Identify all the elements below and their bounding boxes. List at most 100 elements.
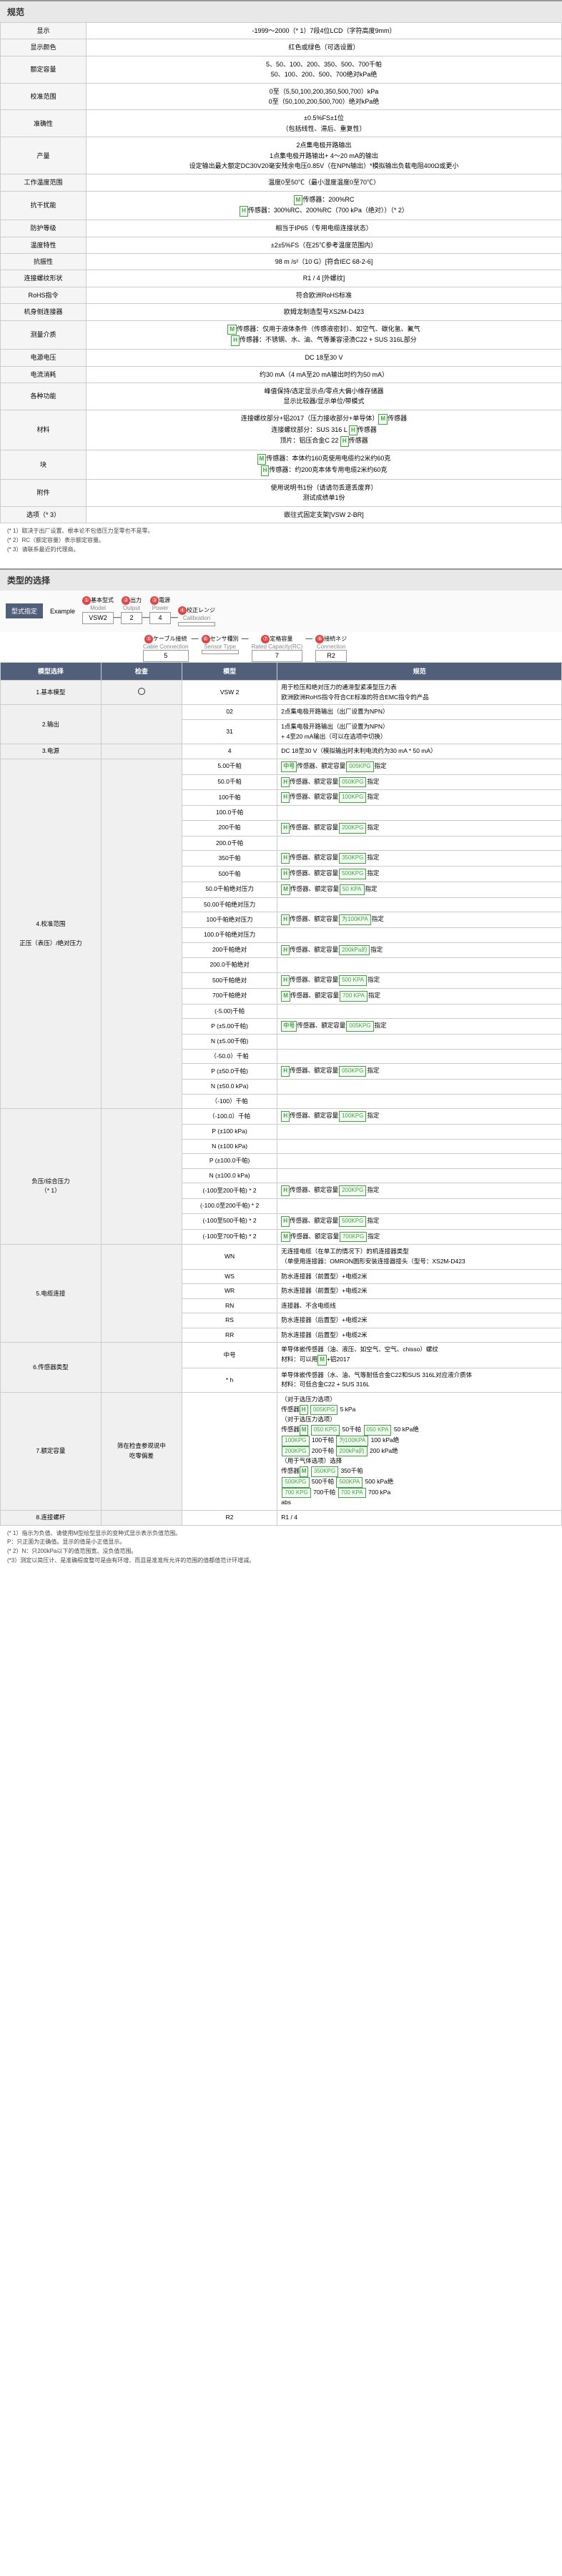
- type-category: 1.基本模型: [1, 681, 102, 705]
- type-category: 3.电源: [1, 744, 102, 759]
- type-model: 100.0千帕绝对压力: [182, 928, 277, 943]
- spec-val: ±0.5%FS±1位（包括线性、滞后、重复性）: [87, 110, 562, 137]
- model-box[interactable]: R2: [315, 650, 347, 662]
- type-model: WN: [182, 1245, 277, 1269]
- model-box[interactable]: VSW2: [82, 612, 114, 624]
- type-spec: H传感器、额定容量350KPG指定: [277, 851, 562, 867]
- type-spec: H传感器、额定容量100KPG指定: [277, 790, 562, 806]
- type-spec: 中号传感器、额定容量005KPG指定: [277, 759, 562, 774]
- type-spec: [277, 1139, 562, 1154]
- spec-key: 选项（* 3）: [1, 506, 87, 523]
- type-model: 4: [182, 744, 277, 759]
- type-model: N (±50.0 kPa): [182, 1079, 277, 1094]
- type-model: N (±100.0 kPa): [182, 1168, 277, 1183]
- type-category: 5.电缆连接: [1, 1245, 102, 1343]
- type-check: [101, 705, 182, 744]
- type-spec: 防水连接器（前置型）+电缆2米: [277, 1284, 562, 1299]
- type-spec: [277, 1168, 562, 1183]
- type-spec: H传感器、额定容量200KPG指定: [277, 820, 562, 836]
- spec-key: 各种功能: [1, 383, 87, 410]
- type-model: （-50.0）千帕: [182, 1049, 277, 1064]
- type-spec: [277, 928, 562, 943]
- type-model: 200.0千帕绝对: [182, 958, 277, 973]
- spec-val: M传感器：仅用于液体条件（传感液密封）、如空气、碳化氢、氟气H传感器：不锈钢、水…: [87, 320, 562, 350]
- type-check: [101, 1245, 182, 1343]
- spec-val: 约30 mA（4 mA至20 mA输出时约为50 mA）: [87, 366, 562, 383]
- type-model: 50.0千帕绝对压力: [182, 882, 277, 897]
- type-category: 6.传感器类型: [1, 1343, 102, 1393]
- spec-val: 0至（5,50,100,200,350,500,700）kPa0至（50,100…: [87, 83, 562, 110]
- spec-key: 电源电压: [1, 350, 87, 366]
- type-spec: [277, 897, 562, 912]
- type-model: RR: [182, 1328, 277, 1343]
- spec-val: 欧姆龙制造型号XS2M‑D423: [87, 304, 562, 320]
- type-model: （-100）千帕: [182, 1094, 277, 1109]
- spec-val: 5、50、100、200、350、500、700千帕50、100、200、500…: [87, 56, 562, 83]
- type-model: WS: [182, 1269, 277, 1284]
- spec-val: 符合欧洲RoHS标准: [87, 287, 562, 303]
- spec-val: R1 / 4 [外螺纹]: [87, 270, 562, 287]
- model-label: 型式指定: [6, 603, 43, 618]
- type-spec: 单导体嵌传感器（油、液压、如空气、空气、chisso）螺纹材料：可以用M+铝20…: [277, 1343, 562, 1368]
- type-model: VSW 2: [182, 681, 277, 705]
- type-model: P (±100.0千帕): [182, 1154, 277, 1169]
- type-model: P (±5.00千帕): [182, 1019, 277, 1035]
- model-box[interactable]: [178, 622, 215, 626]
- type-spec: [277, 1004, 562, 1019]
- type-category: 负压/综合压力（* 1）: [1, 1109, 102, 1245]
- type-spec: H传感器、额定容量050KPG指定: [277, 774, 562, 790]
- type-spec: 单导体嵌传感器（水、油、气等耐低合金C22和SUS 316L对应液介质体材料：可…: [277, 1368, 562, 1392]
- model-box[interactable]: [202, 650, 239, 654]
- type-spec: H传感器、额定容量200KPG指定: [277, 1183, 562, 1199]
- type-model: 500千帕绝对: [182, 973, 277, 989]
- type-category: 2.输出: [1, 705, 102, 744]
- model-box[interactable]: 5: [143, 650, 189, 662]
- type-spec: 2点集电极开路输出（出厂设置为NPN）: [277, 705, 562, 720]
- type-spec: H传感器、额定容量100KPG指定: [277, 1109, 562, 1125]
- type-spec: [277, 806, 562, 821]
- type-model: 700千帕绝对: [182, 988, 277, 1004]
- type-model: P (±100 kPa): [182, 1124, 277, 1139]
- type-model: (-100至200千帕) * 2: [182, 1183, 277, 1199]
- type-spec: R1 / 4: [277, 1511, 562, 1526]
- type-model: [182, 1393, 277, 1511]
- type-model: (-100至700千帕) * 2: [182, 1229, 277, 1245]
- type-spec: 中号传感器、额定容量005KPG指定: [277, 1019, 562, 1035]
- model-example: Example: [46, 605, 79, 618]
- spec-val: 连接螺纹部分+铝2017（压力接收部分+单导体）M传感器连接螺纹部分：SUS 3…: [87, 410, 562, 450]
- spec-key: 工作温度范围: [1, 174, 87, 191]
- type-header: 模型选择: [1, 662, 102, 680]
- type-check: 筛在检查参观说中吃零偏差: [101, 1393, 182, 1511]
- type-header: 规范: [277, 662, 562, 680]
- spec-val: DC 18至30 V: [87, 350, 562, 366]
- model-box[interactable]: 7: [252, 650, 303, 662]
- type-model: P (±50.0千帕): [182, 1064, 277, 1080]
- type-model: 100千帕绝对压力: [182, 912, 277, 928]
- type-spec: H传感器、额定容量为100KPA指定: [277, 912, 562, 928]
- type-table: 模型选择检查模型规范 1.基本模型VSW 2用于检压和绝对压力的通滞型紧凑型压力…: [0, 662, 562, 1526]
- spec-key: 产量: [1, 137, 87, 174]
- model-box[interactable]: 2: [121, 612, 142, 624]
- model-box[interactable]: 4: [149, 612, 171, 624]
- spec-key: 防护等级: [1, 220, 87, 237]
- type-spec: 用于检压和绝对压力的通滞型紧凑型压力表欧洲欧洲RoHS指令符合CE标准的符合EM…: [277, 681, 562, 705]
- spec-val: 2点集电极开路输出1点集电极开路输出+ 4～20 mA的输出设定输出最大额定DC…: [87, 137, 562, 174]
- type-spec: M传感器、额定容量50 KPA指定: [277, 882, 562, 897]
- type-model: 31: [182, 720, 277, 744]
- type-spec: [277, 1199, 562, 1214]
- type-spec: M传感器、额定容量700 KPA指定: [277, 988, 562, 1004]
- type-spec: [277, 1049, 562, 1064]
- spec-val: M传感器：本体约160克使用电缆约2米约60克H传感器：约200克本体专用电缆2…: [87, 450, 562, 480]
- type-model: 350千帕: [182, 851, 277, 867]
- spec-key: 材料: [1, 410, 87, 450]
- spec-val: ±2±5%FS（在25℃参考温度范围内）: [87, 237, 562, 253]
- spec-key: 块: [1, 450, 87, 480]
- spec-key: 校准范围: [1, 83, 87, 110]
- type-header: 检查: [101, 662, 182, 680]
- spec-key: 抗振性: [1, 254, 87, 270]
- spec-key: 电流消耗: [1, 366, 87, 383]
- typesel-title: 类型的选择: [0, 568, 562, 591]
- spec-val: 相当于IP65（专用电缆连接状态）: [87, 220, 562, 237]
- type-spec: H传感器、额定容量500KPG指定: [277, 1213, 562, 1229]
- spec-val: M传感器：200%RCH传感器：300%RC、200%RC（700 kPa（绝对…: [87, 191, 562, 220]
